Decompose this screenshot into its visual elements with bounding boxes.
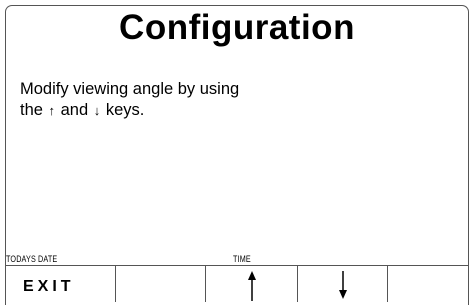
instructions-line-1: Modify viewing angle by using — [20, 80, 240, 98]
instructions-prefix: the — [20, 101, 43, 119]
down-key-glyph: ↓ — [93, 103, 101, 118]
down-arrow-softkey[interactable] — [298, 266, 388, 302]
exit-softkey-label: EXIT — [23, 277, 75, 295]
softkey-5-blank[interactable] — [388, 266, 468, 302]
up-key-glyph: ↑ — [48, 103, 56, 118]
arrow-up-icon — [247, 271, 256, 301]
arrow-down-icon — [338, 271, 347, 299]
instructions-middle: and — [60, 101, 89, 119]
up-arrow-softkey[interactable] — [206, 266, 298, 302]
instructions-text: Modify viewing angle by using the ↑ and … — [20, 79, 239, 121]
todays-date-label: TODAYS DATE — [6, 254, 58, 264]
instructions-suffix: keys. — [105, 101, 145, 119]
softkey-2-blank[interactable] — [116, 266, 206, 302]
time-label: TIME — [233, 254, 251, 264]
page-title: Configuration — [119, 8, 355, 47]
softkey-bar: EXIT — [6, 265, 468, 302]
instructions-line-2: the ↑ and ↓ keys. — [20, 100, 239, 121]
exit-softkey[interactable]: EXIT — [6, 266, 116, 302]
